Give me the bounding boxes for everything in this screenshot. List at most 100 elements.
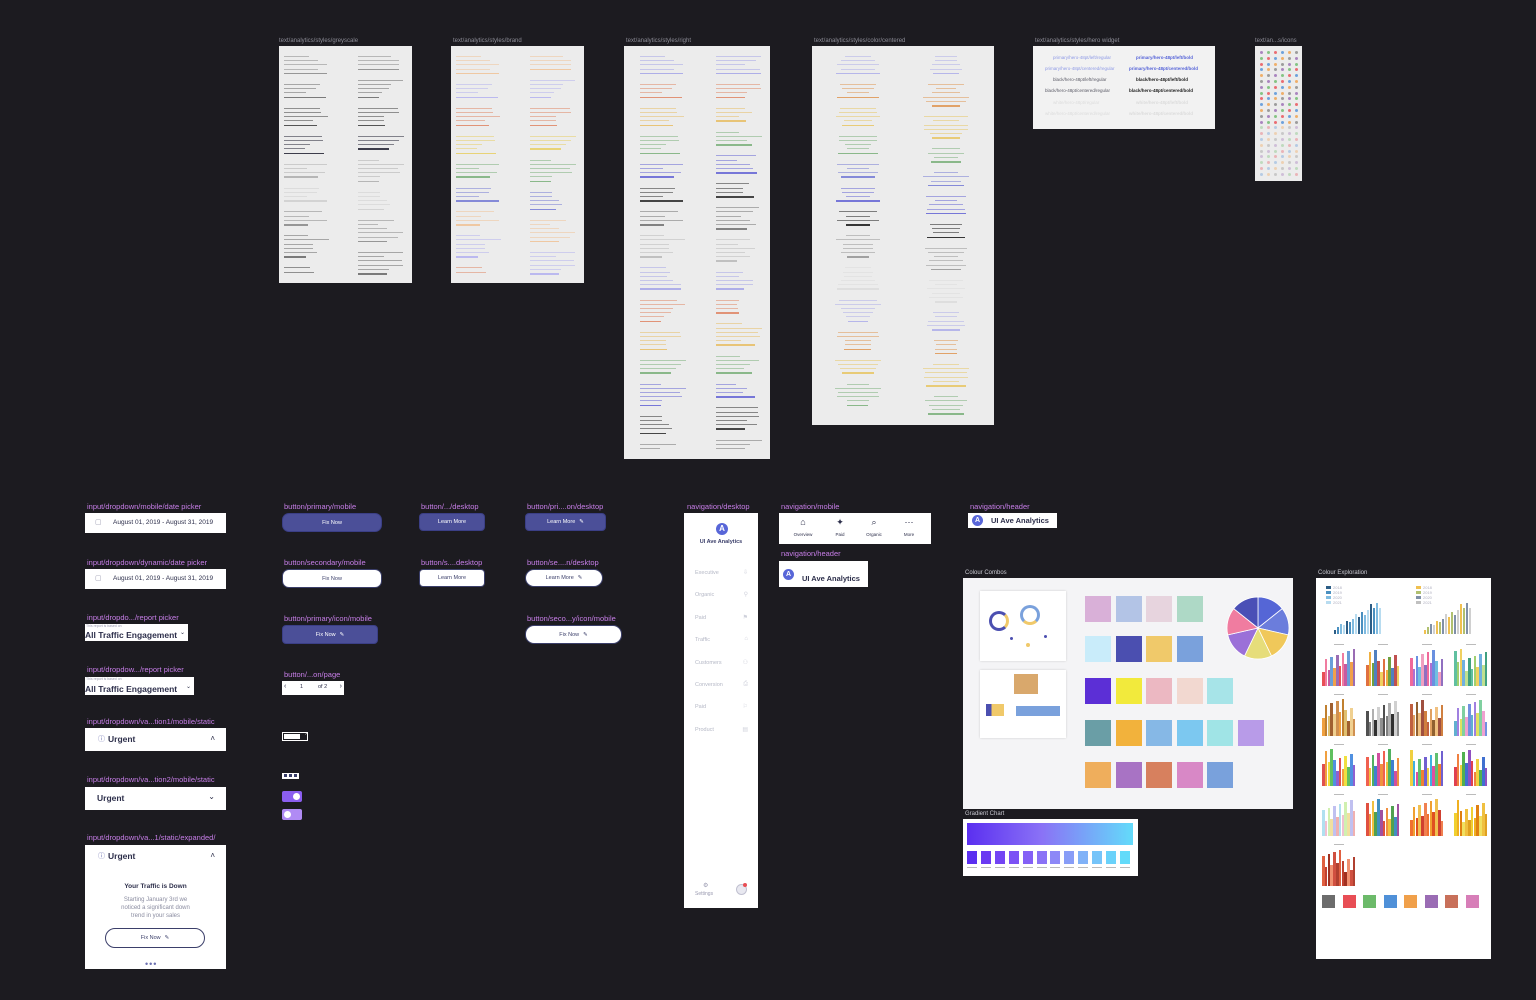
nav-header[interactable]: A UI Ave Analytics	[968, 513, 1057, 528]
colour-swatch[interactable]	[1115, 762, 1142, 788]
icon-glyph	[1260, 138, 1263, 141]
colour-swatch[interactable]	[1085, 678, 1111, 704]
settings-icon[interactable]: ⚙	[703, 882, 708, 889]
pagination[interactable]: ‹ 1 of 2 ›	[282, 681, 344, 695]
icon-glyph	[1274, 91, 1277, 95]
fix-now-icon-button-secondary[interactable]: Fix Now ✎	[525, 625, 622, 644]
bar-mark	[1367, 609, 1370, 634]
colour-swatch[interactable]	[1146, 636, 1172, 662]
prev-page-icon[interactable]: ‹	[284, 683, 286, 690]
sidebar-item-customers[interactable]: Customers ⚇	[684, 660, 758, 672]
text-specimen-line	[284, 215, 309, 217]
urgent-dropdown-expanded[interactable]: ⓘ Urgent ˄ Your Traffic is Down Starting…	[85, 845, 226, 969]
scroll-control[interactable]: ›	[282, 731, 308, 741]
avatar[interactable]	[736, 883, 747, 895]
text-specimen-line	[933, 256, 959, 258]
settings-label[interactable]: Settings	[695, 891, 713, 897]
text-specimen-line	[358, 176, 380, 178]
sidebar-item-executive[interactable]: Executive ⇩	[684, 570, 758, 582]
brand-logo: A	[783, 569, 794, 580]
text-specimen-line	[640, 235, 664, 237]
colour-swatch[interactable]	[1115, 720, 1142, 746]
text-specimen-line	[456, 84, 492, 86]
colour-swatch[interactable]	[1146, 678, 1172, 704]
colour-combos-board[interactable]	[963, 578, 1293, 809]
gradient-chart[interactable]	[963, 819, 1138, 876]
nav-mobile-overview[interactable]: ⌂ Overview	[793, 517, 813, 537]
icon-glyph	[1281, 167, 1284, 170]
bar-mark	[1469, 607, 1472, 634]
colour-exploration-board[interactable]: 2018 2018 2019 2019 2020 2020 2021 2021	[1316, 578, 1491, 959]
icon-glyph	[1267, 91, 1270, 95]
colour-swatch[interactable]	[1146, 596, 1172, 622]
text-specimen-line	[284, 168, 307, 170]
bar-mark	[1352, 719, 1356, 736]
urgent-dropdown[interactable]: ⓘ Urgent ˄	[85, 728, 226, 751]
colour-swatch[interactable]	[1176, 720, 1203, 746]
colour-swatch[interactable]	[1176, 636, 1203, 662]
colour-swatch[interactable]	[1115, 636, 1142, 662]
text-specimen-line	[358, 172, 401, 174]
toggle-on[interactable]	[282, 791, 302, 802]
text-specimen-line	[840, 60, 876, 62]
text-specimen-line	[284, 243, 314, 245]
text-specimen-line	[927, 208, 965, 210]
nav-mobile-organic[interactable]: ⌕ Organic	[864, 517, 884, 537]
sidebar-item-organic[interactable]: Organic ⚲	[684, 592, 758, 604]
colour-swatch[interactable]	[1085, 720, 1111, 746]
date-picker-mobile[interactable]: ▢ August 01, 2019 - August 31, 2019	[85, 513, 226, 533]
text-specimen-line	[716, 439, 762, 441]
fix-now-button[interactable]: Fix Now ✎	[105, 928, 205, 948]
fix-now-button-secondary[interactable]: Fix Now	[282, 569, 382, 588]
colour-swatch[interactable]	[1207, 678, 1233, 704]
report-picker[interactable]: This report is based on All Traffic Enga…	[85, 624, 188, 641]
colour-swatch[interactable]	[1176, 762, 1203, 788]
colour-swatch[interactable]	[1146, 720, 1172, 746]
text-specimen-line	[836, 200, 880, 202]
colour-swatch[interactable]	[1207, 762, 1233, 788]
component-label: input/dropdown/va...tion1/mobile/static	[87, 717, 215, 726]
nav-mobile-more[interactable]: ⋯ More	[899, 517, 919, 537]
colour-swatch[interactable]	[1085, 636, 1111, 662]
fix-now-icon-button[interactable]: Fix Now ✎	[282, 625, 378, 644]
report-picker[interactable]: This report is based on All Traffic Enga…	[85, 677, 194, 695]
urgent-dropdown[interactable]: Urgent ⌄	[85, 787, 226, 810]
next-page-icon[interactable]: ›	[340, 683, 342, 690]
text-specimen-line	[716, 387, 748, 389]
colour-swatch[interactable]	[1207, 720, 1233, 746]
learn-more-icon-button[interactable]: Learn More ✎	[525, 513, 606, 531]
page-number[interactable]: 1	[300, 684, 303, 690]
colour-swatch[interactable]	[1176, 678, 1203, 704]
sidebar-item-traffic[interactable]: Traffic ⌂	[684, 636, 758, 649]
colour-swatch[interactable]	[1115, 596, 1142, 622]
nav-header[interactable]: A UI Ave Analytics	[779, 561, 868, 587]
bar-chart-thumbnail	[1410, 694, 1444, 736]
bar-mark	[1454, 614, 1457, 634]
colour-swatch[interactable]	[1085, 762, 1111, 788]
nav-mobile-paid[interactable]: ✦ Paid	[830, 517, 850, 537]
scroll-thumb[interactable]	[284, 734, 300, 739]
nav-mobile-label: More	[903, 532, 915, 537]
colour-swatch[interactable]	[1115, 678, 1142, 704]
text-specimen-line	[716, 299, 740, 301]
home-icon: ⌂	[800, 517, 806, 527]
toggle-off[interactable]	[282, 809, 302, 820]
colour-swatch[interactable]	[1237, 720, 1264, 746]
colour-swatch[interactable]	[1146, 762, 1172, 788]
learn-more-button-secondary[interactable]: Learn More	[419, 569, 485, 587]
text-specimen-line	[838, 331, 878, 333]
text-specimen-line	[284, 152, 325, 155]
text-specimen-line	[935, 301, 957, 303]
date-picker-dynamic[interactable]: ▢ August 01, 2019 - August 31, 2019	[85, 569, 226, 589]
colour-swatch[interactable]	[1085, 596, 1111, 622]
more-dots-icon: •••	[145, 959, 158, 969]
sidebar-item-product[interactable]: Product ▤	[684, 727, 758, 739]
sidebar-item-conversion[interactable]: Conversion ⎙	[684, 681, 758, 694]
learn-more-icon-button-secondary[interactable]: Learn More ✎	[525, 569, 603, 587]
text-specimen-line	[530, 252, 575, 254]
learn-more-button[interactable]: Learn More	[419, 513, 485, 531]
sidebar-item-paid[interactable]: Paid ⚐	[684, 704, 758, 716]
colour-swatch[interactable]	[1176, 596, 1203, 622]
fix-now-button-primary[interactable]: Fix Now	[282, 513, 382, 532]
sidebar-item-paid[interactable]: Paid ⚑	[684, 615, 758, 627]
